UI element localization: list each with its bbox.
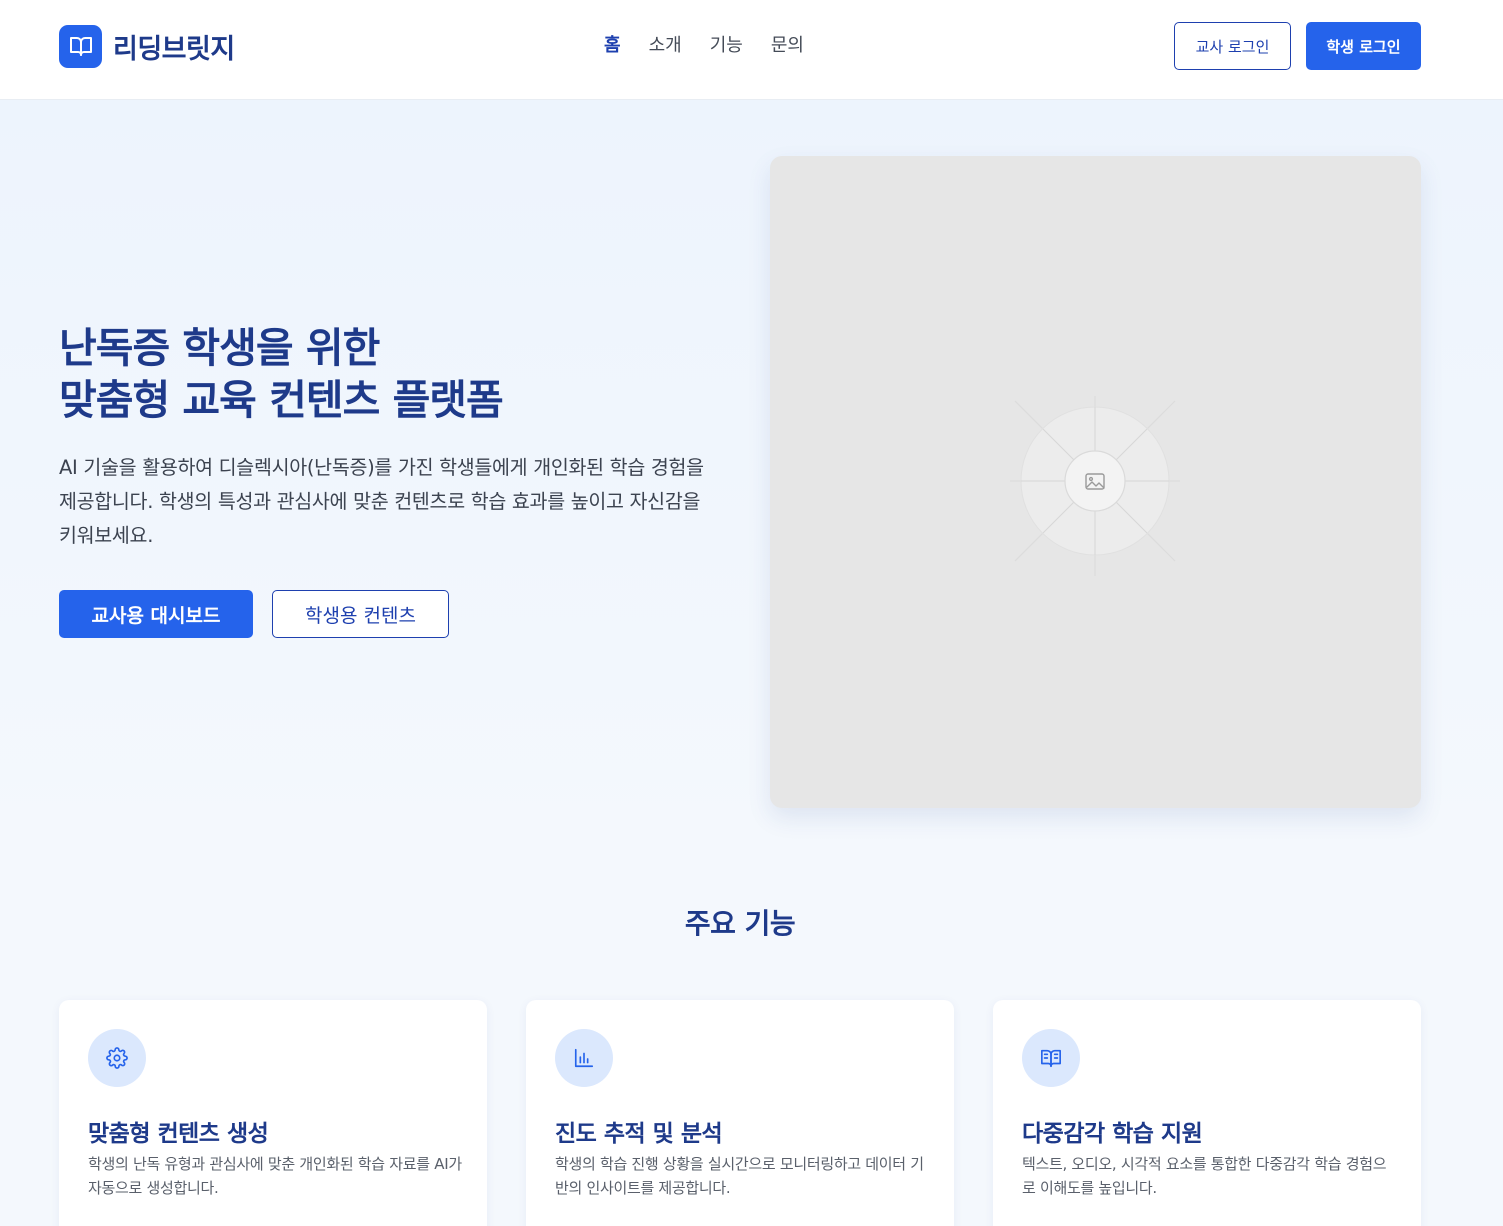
image-placeholder-graphic bbox=[1010, 396, 1180, 576]
book-logo-icon bbox=[59, 24, 102, 68]
feature-card-title: 맞춤형 컨텐츠 생성 bbox=[88, 1121, 269, 1147]
feature-card-title: 다중감각 학습 지원 bbox=[1022, 1121, 1203, 1147]
feature-card-title: 진도 추적 및 분석 bbox=[555, 1121, 723, 1147]
student-login-button[interactable]: 학생 로그인 bbox=[1306, 22, 1421, 70]
teacher-dashboard-button[interactable]: 교사용 대시보드 bbox=[59, 590, 253, 638]
student-content-button[interactable]: 학생용 컨텐츠 bbox=[272, 590, 449, 638]
nav-item-contact[interactable]: 문의 bbox=[771, 33, 804, 59]
hero-image-placeholder bbox=[770, 156, 1421, 808]
book-open-icon bbox=[1022, 1029, 1080, 1087]
feature-card-multisensory: 다중감각 학습 지원 텍스트, 오디오, 시각적 요소를 통합한 다중감각 학습… bbox=[993, 1000, 1421, 1226]
features-title: 주요 기능 bbox=[684, 907, 796, 940]
feature-card-custom-content: 맞춤형 컨텐츠 생성 학생의 난독 유형과 관심사에 맞춘 개인화된 학습 자료… bbox=[59, 1000, 487, 1226]
bar-chart-icon bbox=[555, 1029, 613, 1087]
feature-card-progress-tracking: 진도 추적 및 분석 학생의 학습 진행 상황을 실시간으로 모니터링하고 데이… bbox=[526, 1000, 954, 1226]
feature-card-description: 학생의 난독 유형과 관심사에 맞춘 개인화된 학습 자료를 AI가 자동으로 … bbox=[88, 1155, 462, 1197]
feature-card-description: 학생의 학습 진행 상황을 실시간으로 모니터링하고 데이터 기반의 인사이트를… bbox=[555, 1155, 924, 1197]
main-nav: 홈 소개 기능 문의 bbox=[604, 33, 832, 59]
top-navbar: 리딩브릿지 홈 소개 기능 문의 교사 로그인 학생 로그인 bbox=[0, 0, 1503, 100]
nav-item-about[interactable]: 소개 bbox=[649, 33, 682, 59]
hero-title-line2: 맞춤형 교육 컨텐츠 플랫폼 bbox=[59, 376, 504, 424]
hero-description: AI 기술을 활용하여 디슬렉시아(난독증)를 가진 학생들에게 개인화된 학습… bbox=[59, 456, 704, 547]
feature-card-description: 텍스트, 오디오, 시각적 요소를 통합한 다중감각 학습 경험으로 이해도를 … bbox=[1022, 1155, 1387, 1197]
nav-item-features[interactable]: 기능 bbox=[710, 33, 743, 59]
hero-title: 난독증 학생을 위한 맞춤형 교육 컨텐츠 플랫폼 bbox=[59, 322, 739, 426]
logo[interactable]: 리딩브릿지 bbox=[59, 24, 235, 68]
hero-title-line1: 난독증 학생을 위한 bbox=[59, 324, 380, 372]
teacher-login-button[interactable]: 교사 로그인 bbox=[1174, 22, 1291, 70]
gear-icon bbox=[88, 1029, 146, 1087]
logo-text: 리딩브릿지 bbox=[113, 33, 235, 65]
nav-item-home[interactable]: 홈 bbox=[604, 33, 621, 59]
